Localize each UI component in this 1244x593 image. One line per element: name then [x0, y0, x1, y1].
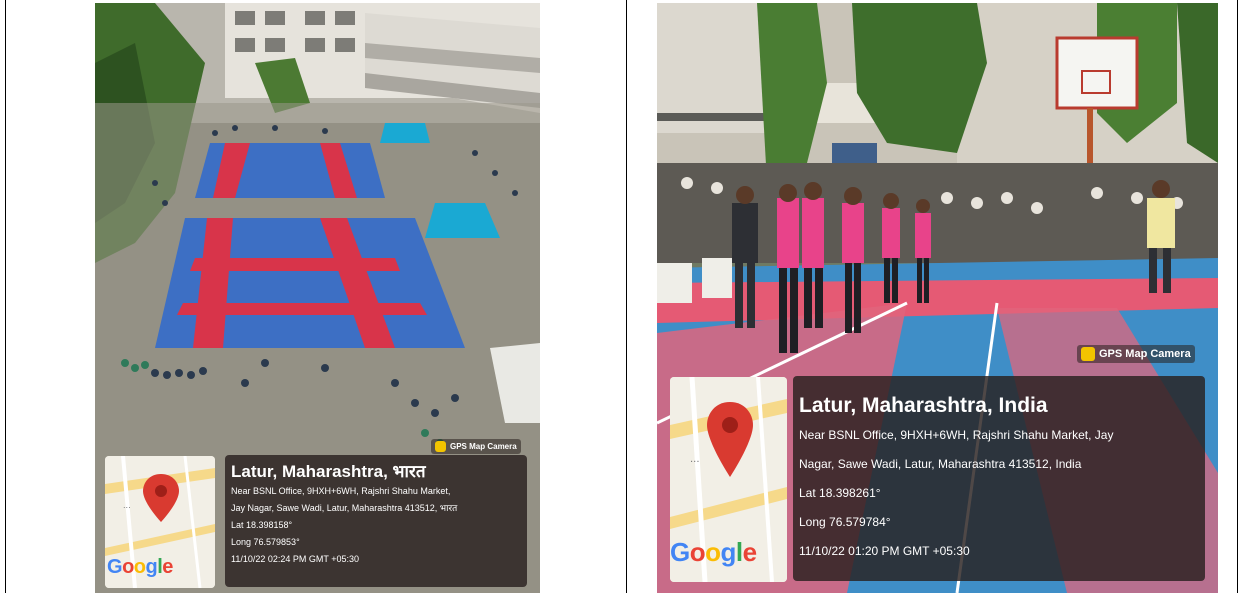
longitude-text: Long 76.579784°: [799, 515, 891, 529]
address-line-2: Jay Nagar, Sawe Wadi, Latur, Maharashtra…: [231, 503, 458, 513]
svg-text:...: ...: [690, 454, 700, 465]
photo-right: GPS Map Camera ... Google Latur, Maharas…: [657, 3, 1218, 593]
table-column-divider: [626, 0, 627, 593]
gps-map-camera-watermark: GPS Map Camera: [431, 439, 521, 454]
address-line-2: Nagar, Sawe Wadi, Latur, Maharashtra 413…: [799, 457, 1082, 471]
address-line-1: Near BSNL Office, 9HXH+6WH, Rajshri Shah…: [799, 428, 1114, 442]
geo-text-block: Latur, Maharashtra, भारत Near BSNL Offic…: [231, 461, 523, 568]
address-line-1: Near BSNL Office, 9HXH+6WH, Rajshri Shah…: [231, 486, 451, 496]
gps-map-camera-watermark: GPS Map Camera: [1077, 345, 1195, 363]
watermark-label: GPS Map Camera: [450, 442, 517, 451]
camera-icon: [435, 441, 446, 452]
longitude-text: Long 76.579853°: [231, 537, 300, 547]
latitude-text: Lat 18.398158°: [231, 520, 293, 530]
photo-left: GPS Map Camera ... Google Latur, Maharas…: [95, 3, 540, 593]
latitude-text: Lat 18.398261°: [799, 486, 881, 500]
timestamp-text: 11/10/22 01:20 PM GMT +05:30: [799, 544, 970, 558]
map-thumbnail: ... Google: [105, 456, 215, 588]
watermark-label: GPS Map Camera: [1099, 348, 1191, 360]
map-thumbnail: ... Google: [670, 377, 787, 582]
camera-icon: [1081, 347, 1095, 361]
google-logo: Google: [107, 556, 173, 578]
location-title: Latur, Maharashtra, India: [799, 394, 1048, 417]
timestamp-text: 11/10/22 02:24 PM GMT +05:30: [231, 554, 359, 564]
location-title: Latur, Maharashtra, भारत: [231, 462, 426, 481]
geo-text-block: Latur, Maharashtra, India Near BSNL Offi…: [799, 391, 1201, 566]
svg-text:...: ...: [123, 501, 131, 510]
google-logo: Google: [670, 537, 757, 567]
